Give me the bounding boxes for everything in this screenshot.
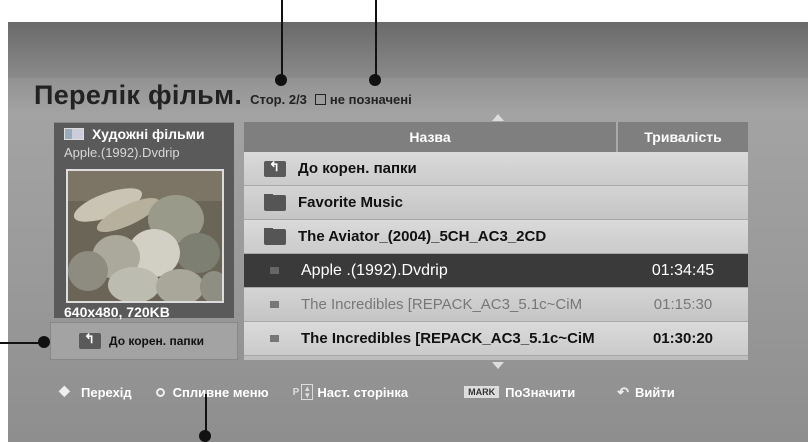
checkbox-icon[interactable] [314,94,326,105]
callout-dot-unmarked [369,74,381,86]
movie-folder-icon [64,128,84,140]
popup-menu-label: Спливне меню [172,384,269,400]
unmarked-label: не позначені [329,92,412,107]
preview-header: Художні фільми [54,123,234,145]
movie-list: Назва Тривалість До корен. папки Favorit… [244,122,748,360]
file-icon [270,267,279,274]
navigate-label: Перехід [81,384,132,400]
mark-key-icon: MARK [464,386,500,398]
navigate-hint: Перехід [50,382,132,400]
thumbnail-image [66,169,224,303]
callout-line-page [281,0,283,80]
page-nav-hint: P ▲ ▼ Наст. сторінка [293,384,408,400]
fruit-thumbnail-icon [68,171,222,301]
page-indicator: Стор. 2/3 [250,92,307,107]
folder-up-icon [79,331,101,349]
exit-hint: ↶ Вийти [617,384,674,401]
list-item-label: The Incredibles [REPACK_AC3_5.1c~CiM [301,296,583,313]
list-item-label: The Aviator_(2004)_5CH_AC3_2CD [298,228,547,245]
file-icon [270,335,279,342]
list-item-selected[interactable]: Apple .(1992).Dvdrip 01:34:45 [244,254,748,288]
column-header-name[interactable]: Назва [244,122,618,152]
preview-filename: Apple.(1992).Dvdrip [64,145,180,160]
mark-hint: MARK ПоЗначити [464,385,575,400]
preview-resolution: 640x480, 720KB [64,304,170,320]
list-item[interactable]: До корен. папки [244,152,748,186]
list-item-label: The Incredibles [REPACK_AC3_5.1c~CiM [301,330,595,347]
callout-line-unmarked [375,0,377,80]
list-item[interactable]: The Incredibles [REPACK_AC3_5.1c~CiM 01:… [244,288,748,322]
preview-category: Художні фільми [92,126,205,142]
page-nav-label: Наст. сторінка [317,384,409,400]
page-key-icon: P ▲ ▼ [293,384,314,400]
exit-label: Вийти [634,384,675,400]
mark-label: ПоЗначити [505,384,576,400]
preview-panel: Художні фільми Apple.(1992).Dvdrip 640x4… [54,122,234,320]
folder-up-icon [264,160,286,177]
folder-icon [264,194,286,211]
list-item-label: Favorite Music [298,194,404,211]
scroll-down-icon[interactable] [492,362,504,369]
ok-button-icon [155,387,165,397]
list-item[interactable]: Favorite Music [244,186,748,220]
screen: Перелік фільм. Стор. 2/3 не позначені Ху… [8,22,808,442]
callout-dot-page [275,74,287,86]
scroll-up-icon[interactable] [492,114,504,121]
list-item-duration: 01:15:30 [653,296,713,313]
list-header: Назва Тривалість [244,122,748,152]
list-item[interactable]: The Aviator_(2004)_5CH_AC3_2CD [244,220,748,254]
page-key-label: P [292,386,300,398]
page-title: Перелік фільм. [34,80,243,110]
root-folder-button[interactable]: До корен. папки [50,322,238,360]
list-item-label: До корен. папки [298,160,417,177]
list-item[interactable]: The Incredibles [REPACK_AC3_5.1c~CiM 01:… [244,322,748,356]
callout-dot-root [38,336,50,348]
navigation-arrows-icon [58,382,73,400]
folder-icon [264,228,286,245]
callout-dot-footer [199,430,211,442]
popup-menu-hint: Спливне меню [155,384,269,400]
file-icon [270,301,279,308]
list-item-duration: 01:30:20 [652,330,714,347]
root-folder-button-label: До корен. папки [109,334,205,348]
footer-help-bar: Перехід Спливне меню P▲▼ Наст. сторінка … [50,378,786,406]
list-item-duration: 01:34:45 [651,261,715,279]
column-header-duration[interactable]: Тривалість [618,122,748,152]
list-item-label: Apple .(1992).Dvdrip [301,261,448,279]
exit-icon: ↶ [617,383,629,400]
title-row: Перелік фільм. Стор. 2/3 не позначені [34,80,412,120]
